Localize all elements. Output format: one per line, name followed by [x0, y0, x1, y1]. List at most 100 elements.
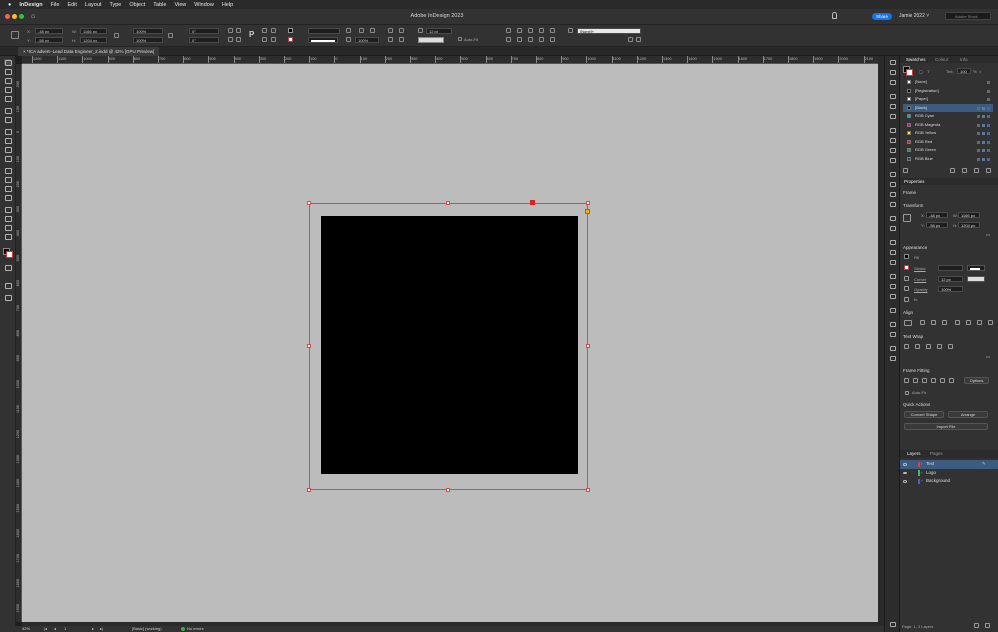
menu-layout[interactable]: Layout — [85, 2, 102, 8]
wrap-bounding-box-icon[interactable] — [915, 344, 920, 349]
paragraph-styles-icon[interactable] — [890, 158, 896, 163]
convert-shape-button[interactable]: Convert Shape — [904, 411, 944, 418]
horizontal-ruler[interactable]: 1200 1100 1000 900 800 700 600 500 400 300 200 100 0… — [22, 56, 878, 64]
height-field[interactable]: 1204 px — [80, 37, 107, 43]
black-rectangle-frame[interactable] — [321, 216, 578, 474]
align-text-justify-icon[interactable] — [399, 37, 404, 42]
rotate-counterclockwise-icon[interactable] — [236, 28, 241, 33]
tool-stroke-swatch[interactable] — [6, 251, 13, 258]
rotate-clockwise-icon[interactable] — [228, 28, 233, 33]
handle-middle-left[interactable] — [307, 344, 311, 348]
handle-middle-right[interactable] — [586, 344, 590, 348]
table-panel-icon[interactable] — [890, 260, 896, 265]
handle-bottom-left[interactable] — [307, 488, 311, 492]
jump-object-icon[interactable] — [937, 344, 942, 349]
stroke-style-preview[interactable] — [308, 37, 338, 43]
visibility-eye-icon[interactable] — [903, 480, 907, 483]
corner-label[interactable]: Corner — [914, 277, 926, 282]
tab-pages[interactable]: Pages — [930, 451, 943, 456]
center-content-prop-icon[interactable] — [940, 378, 945, 383]
menu-window[interactable]: Window — [194, 2, 214, 8]
menu-view[interactable]: View — [174, 2, 186, 8]
tab-info[interactable]: Info — [960, 57, 968, 62]
menu-type[interactable]: Type — [109, 2, 121, 8]
scissors-tool-icon[interactable] — [4, 167, 12, 174]
frame-fitting-options-button[interactable]: Options — [964, 377, 989, 384]
auto-fit-checkbox[interactable] — [458, 37, 462, 41]
preflight-profile[interactable]: [Basic] (working) — [132, 626, 162, 631]
align-left-edges-icon[interactable] — [920, 320, 925, 325]
app-menu[interactable]: InDesign — [19, 2, 42, 8]
colour-theme-icon[interactable] — [890, 322, 896, 327]
stroke-swatch[interactable] — [288, 37, 293, 42]
screen-mode-icon[interactable] — [4, 294, 12, 301]
adobe-stock-search[interactable]: Adobe Stock — [945, 12, 991, 20]
selection-tool-icon[interactable] — [4, 59, 12, 66]
stroke-label[interactable]: Stroke — [914, 266, 926, 271]
text-wrap-icon[interactable] — [418, 28, 423, 33]
fill-swatch[interactable] — [288, 28, 293, 33]
constrain-scale-icon[interactable] — [168, 33, 173, 38]
align-text-bottom-icon[interactable] — [388, 37, 393, 42]
align-bottom-edges-icon[interactable] — [977, 320, 982, 325]
line-tool-icon[interactable] — [4, 116, 12, 123]
corner-options-icon[interactable] — [904, 276, 909, 281]
layers-panel-icon[interactable] — [890, 70, 896, 75]
menu-edit[interactable]: Edit — [67, 2, 76, 8]
stroke-swatch-appearance[interactable] — [904, 265, 909, 270]
history-panel-icon[interactable] — [890, 332, 896, 337]
tint-field[interactable]: 100 — [957, 68, 971, 74]
expand-arrow-icon[interactable]: › — [921, 460, 923, 469]
x-position-field[interactable]: -48 px — [35, 28, 63, 34]
opacity-prop-icon[interactable] — [904, 286, 909, 291]
tab-colour[interactable]: Colour — [935, 57, 948, 62]
fill-frame-icon[interactable] — [359, 28, 364, 33]
align-left-icon[interactable] — [506, 37, 511, 42]
corner-radius-field[interactable]: 12 px — [938, 276, 963, 282]
pages-panel-icon[interactable] — [890, 60, 896, 65]
align-to-icon[interactable] — [904, 320, 912, 326]
tab-layers[interactable]: Layers — [907, 451, 921, 456]
opacity-label[interactable]: Opacity — [914, 287, 928, 292]
align-top-edges-icon[interactable] — [955, 320, 960, 325]
direct-selection-tool-icon[interactable] — [4, 68, 12, 75]
stroke-frame-icon[interactable] — [370, 28, 375, 33]
align-vertical-centers-icon[interactable] — [966, 320, 971, 325]
align-text-top-icon[interactable] — [388, 28, 393, 33]
swatch-item[interactable]: [Registration] — [903, 87, 993, 96]
center-content-icon[interactable] — [528, 28, 533, 33]
hand-tool-icon[interactable] — [4, 224, 12, 231]
animation-panel-icon[interactable] — [890, 284, 896, 289]
y-position-field[interactable]: -58 px — [35, 37, 63, 43]
apple-menu[interactable]: ● — [8, 2, 11, 8]
fit-content-to-frame-icon[interactable] — [931, 378, 936, 383]
rectangle-tool-icon[interactable] — [4, 155, 12, 162]
layer-row[interactable]: › Logo — [900, 469, 998, 478]
comments-panel-icon[interactable] — [890, 346, 896, 351]
links-panel-icon[interactable] — [890, 80, 896, 85]
visibility-eye-icon[interactable] — [903, 463, 907, 466]
properties-panel-icon[interactable] — [890, 172, 896, 177]
character-styles-icon[interactable] — [890, 148, 896, 153]
arrange-button[interactable]: Arrange — [948, 411, 988, 418]
import-file-button[interactable]: Import File — [904, 423, 988, 430]
formatting-container-icon[interactable] — [4, 264, 12, 271]
content-collector-icon[interactable] — [4, 95, 12, 102]
swatch-item[interactable]: RGB Yellow — [903, 129, 993, 138]
fit-content-frame-icon[interactable] — [506, 28, 511, 33]
fit-content-proportionally-icon[interactable] — [550, 28, 555, 33]
layer-row[interactable]: › Text ✎ — [900, 460, 998, 469]
lightbulb-icon[interactable] — [832, 12, 837, 19]
visibility-eye-icon[interactable] — [903, 471, 907, 474]
more-options-icon[interactable]: ••• — [986, 232, 990, 237]
tab-properties[interactable]: Properties — [904, 179, 925, 184]
align-horizontal-centers-icon[interactable] — [931, 320, 936, 325]
more-options-icon-2[interactable]: ••• — [986, 354, 990, 359]
view-mode-icon[interactable] — [4, 282, 12, 289]
reference-point-icon[interactable] — [11, 31, 19, 39]
swatch-fill-stroke-proxy[interactable] — [903, 66, 913, 76]
select-container-icon[interactable] — [262, 28, 267, 33]
clear-overrides-icon[interactable] — [628, 37, 633, 42]
expand-arrow-icon[interactable]: › — [921, 477, 923, 486]
prop-h-field[interactable]: 1204 px — [958, 222, 980, 228]
